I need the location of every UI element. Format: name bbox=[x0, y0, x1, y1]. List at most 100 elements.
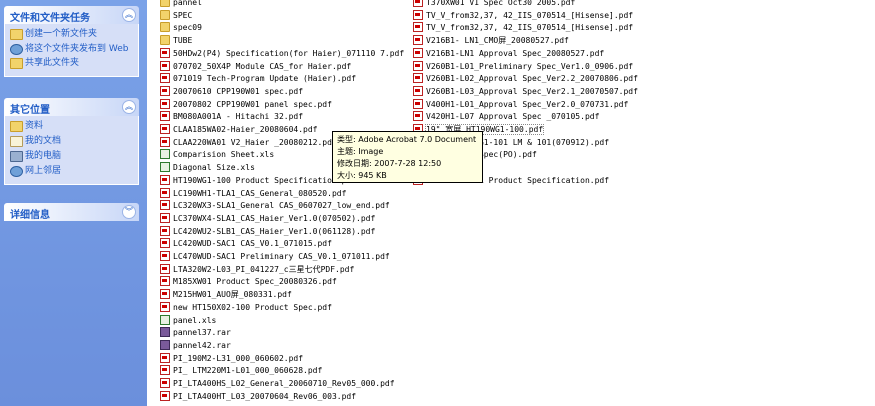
file-item[interactable]: LC420WUD-SAC1 CAS_V0.1_071015.pdf bbox=[160, 238, 332, 250]
file-item[interactable]: V216B1-LN1 Approval Spec_20080527.pdf bbox=[413, 47, 604, 60]
file-item[interactable]: 20070610 CPP190W01 spec.pdf bbox=[160, 85, 304, 98]
file-name: LC420WU2-SLB1_CAS_Haier_Ver1.0(061128).p… bbox=[173, 226, 376, 236]
file-item[interactable]: V216B1- LN1_CMO屏_20080527.pdf bbox=[413, 35, 569, 47]
file-name: PI_LTA400HS_L02_General_20060710_Rev05_0… bbox=[173, 379, 395, 388]
collapse-chevron-icon[interactable]: ︽ bbox=[122, 100, 136, 114]
task-publish-web[interactable]: 将这个文件夹发布到 Web bbox=[5, 43, 138, 55]
pdf-file-icon bbox=[413, 60, 423, 71]
file-item[interactable]: CLAA220WA01 V2_Haier _20080212.pdf bbox=[160, 136, 337, 149]
pdf-file-icon bbox=[413, 98, 423, 109]
file-item[interactable]: LC420WU2-SLB1_CAS_Haier_Ver1.0(061128).p… bbox=[160, 225, 376, 238]
pdf-file-icon bbox=[160, 289, 170, 300]
file-name: TUBE bbox=[173, 36, 193, 46]
file-item[interactable]: LC370WX4-SLA1_CAS_Haier_Ver1.0(070502).p… bbox=[160, 212, 375, 225]
file-item[interactable]: new HT150X02-100 Product Spec.pdf bbox=[160, 301, 332, 314]
place-network[interactable]: 网上邻居 bbox=[5, 165, 138, 178]
file-name: SPEC bbox=[173, 10, 193, 20]
file-item[interactable]: 071019 Tech-Program Update (Haier).pdf bbox=[160, 73, 356, 85]
place-my-documents-label: 我的文档 bbox=[25, 136, 62, 146]
file-name: LC420WUD-SAC1 CAS_V0.1_071015.pdf bbox=[173, 239, 332, 249]
pdf-file-icon bbox=[160, 225, 170, 236]
file-name: BM080A001A - Hitachi 32.pdf bbox=[173, 112, 304, 122]
file-name: 20070802 CPP190W01 panel spec.pdf bbox=[173, 99, 332, 109]
file-name: 070702_50X4P Module CAS_for Haier.pdf bbox=[173, 61, 352, 71]
file-name: spec09 bbox=[173, 23, 202, 33]
file-item[interactable]: 070702_50X4P Module CAS_for Haier.pdf bbox=[160, 60, 352, 73]
file-item[interactable]: HT190WG1-100 Product Specification.pdf bbox=[160, 174, 357, 187]
file-item[interactable]: TV_V_from32,37, 42_IIS_070514_[Hisense].… bbox=[413, 22, 633, 34]
task-pane: 文件和文件夹任务 ︽ 创建一个新文件夹 将这个文件夹发布到 Web 共享此文件夹… bbox=[0, 0, 147, 406]
file-item[interactable]: M185XW01 Product Spec_20080326.pdf bbox=[160, 276, 337, 288]
file-name: M215HW01_AUO屏_080331.pdf bbox=[173, 290, 292, 300]
pdf-file-icon bbox=[160, 124, 170, 134]
file-item[interactable]: Comparision Sheet.xls bbox=[160, 149, 274, 161]
file-item[interactable]: pannel42.rar bbox=[160, 339, 231, 352]
file-item[interactable]: LC470WUD-SAC1 Preliminary CAS_V0.1_07101… bbox=[160, 251, 390, 263]
file-name: Comparision Sheet.xls bbox=[173, 150, 275, 160]
file-item[interactable]: pannel bbox=[160, 0, 202, 9]
collapse-chevron-icon[interactable]: ︽ bbox=[122, 8, 136, 22]
file-name: 20070610 CPP190W01 spec.pdf bbox=[173, 86, 304, 96]
file-item[interactable]: 20070802 CPP190W01 panel spec.pdf bbox=[160, 98, 332, 111]
file-folder-tasks-title: 文件和文件夹任务 bbox=[10, 13, 90, 24]
expand-chevron-icon[interactable]: ︾ bbox=[122, 205, 136, 219]
file-item[interactable]: V400H1-L01_Approval Spec_Ver2.0_070731.p… bbox=[413, 98, 628, 111]
pdf-file-icon bbox=[160, 111, 170, 122]
my-computer-icon bbox=[10, 151, 23, 162]
tooltip-type: 类型: Adobe Acrobat 7.0 Document bbox=[337, 135, 477, 144]
file-item[interactable]: LC320WX3-SLA1_General CAS_0607027_low_en… bbox=[160, 200, 390, 212]
task-share-folder-label: 共享此文件夹 bbox=[25, 58, 80, 68]
other-places-title: 其它位置 bbox=[10, 105, 50, 116]
pdf-file-icon bbox=[413, 35, 423, 46]
file-item[interactable]: T370XW01 V1 Spec Oct30 2005.pdf bbox=[413, 0, 575, 9]
folder-icon bbox=[160, 0, 170, 7]
file-name: LC320WX3-SLA1_General CAS_0607027_low_en… bbox=[173, 201, 390, 211]
tooltip-subject: 主题: Image bbox=[337, 147, 384, 156]
file-item[interactable]: V260B1-L02_Approval Spec_Ver2.2_20070806… bbox=[413, 73, 638, 85]
file-item[interactable]: LTA320W2-L03_PI_041227_c三星七代PDF.pdf bbox=[160, 263, 355, 276]
file-item[interactable]: BM080A001A - Hitachi 32.pdf bbox=[160, 111, 303, 123]
file-name: LTA320W2-L03_PI_041227_c三星七代PDF.pdf bbox=[173, 264, 355, 274]
pdf-file-icon bbox=[413, 73, 423, 84]
file-name: M185XW01 Product Spec_20080326.pdf bbox=[173, 277, 337, 287]
place-materials[interactable]: 资料 bbox=[5, 120, 138, 133]
pdf-file-icon bbox=[160, 352, 170, 363]
file-item[interactable]: panel.xls bbox=[160, 314, 216, 327]
pdf-file-icon bbox=[413, 111, 423, 122]
file-name: HT190WG1-100 Product Specification.pdf bbox=[173, 175, 357, 185]
file-item[interactable]: TV_V_from32,37, 42_IIS_070514_[Hisense].… bbox=[413, 9, 633, 22]
file-item[interactable]: PI_ LTM220M1-L01_000_060628.pdf bbox=[160, 365, 322, 377]
file-name: PI_190M2-L31_000_060602.pdf bbox=[173, 353, 304, 363]
file-item[interactable]: SPEC bbox=[160, 9, 193, 22]
place-my-computer[interactable]: 我的电脑 bbox=[5, 150, 138, 163]
file-name: LC190WH1-TLA1_CAS_General_080520.pdf bbox=[173, 188, 347, 198]
file-item[interactable]: spec09 bbox=[160, 22, 202, 34]
pdf-file-icon bbox=[413, 22, 423, 33]
file-item[interactable]: Diagonal Size.xls bbox=[160, 162, 255, 174]
details-header[interactable]: 详细信息 ︾ bbox=[4, 203, 139, 221]
excel-file-icon bbox=[160, 314, 170, 325]
folder-icon bbox=[10, 121, 23, 132]
task-share-folder[interactable]: 共享此文件夹 bbox=[5, 57, 138, 70]
pdf-file-icon bbox=[160, 47, 170, 58]
place-my-documents[interactable]: 我的文档 bbox=[5, 135, 138, 148]
pdf-file-icon bbox=[160, 251, 170, 261]
file-item[interactable]: pannel37.rar bbox=[160, 327, 231, 339]
file-item[interactable]: V420H1-L07 Approval Spec _070105.pdf bbox=[413, 111, 599, 123]
file-item[interactable]: PI_190M2-L31_000_060602.pdf bbox=[160, 352, 304, 365]
other-places-group: 其它位置 ︽ 资料 我的文档 我的电脑 网上邻居 bbox=[4, 98, 139, 185]
file-item[interactable]: TUBE bbox=[160, 35, 192, 47]
other-places-header[interactable]: 其它位置 ︽ bbox=[4, 98, 139, 116]
file-item[interactable]: PI_LTA400HS_L02_General_20060710_Rev05_0… bbox=[160, 378, 395, 390]
place-network-label: 网上邻居 bbox=[25, 166, 62, 176]
file-item[interactable]: V260B1-L01_Preliminary Spec_Ver1.0_0906.… bbox=[413, 60, 633, 73]
file-item[interactable]: LC190WH1-TLA1_CAS_General_080520.pdf bbox=[160, 187, 347, 200]
task-new-folder[interactable]: 创建一个新文件夹 bbox=[5, 28, 138, 41]
file-item[interactable]: M215HW01_AUO屏_080331.pdf bbox=[160, 289, 292, 301]
file-item[interactable]: PI_LTA400HT_L03_20070604_Rev06_003.pdf bbox=[160, 390, 356, 403]
file-folder-tasks-header[interactable]: 文件和文件夹任务 ︽ bbox=[4, 6, 139, 24]
file-item[interactable]: V260B1-L03_Approval Spec_Ver2.1_20070507… bbox=[413, 85, 638, 98]
file-item[interactable]: CLAA185WA02-Haier_20080604.pdf bbox=[160, 124, 318, 136]
task-new-folder-label: 创建一个新文件夹 bbox=[25, 29, 98, 39]
file-item[interactable]: 50HDw2(P4) Specification(for Haier)_0711… bbox=[160, 47, 404, 60]
